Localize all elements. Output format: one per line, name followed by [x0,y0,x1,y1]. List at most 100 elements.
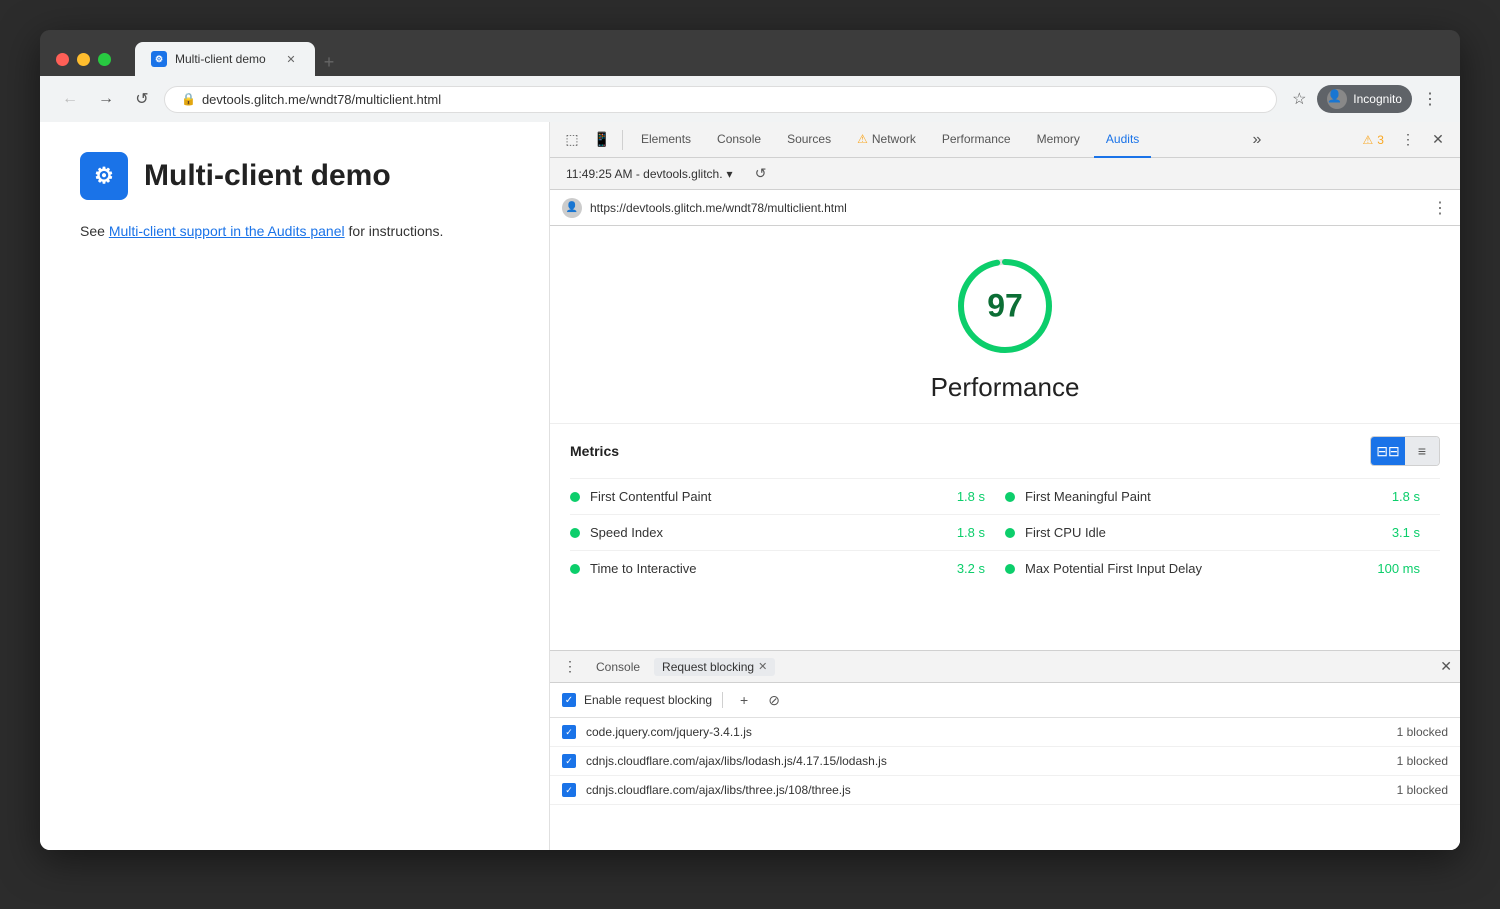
grid-view-button[interactable]: ⊟⊟ [1371,437,1405,465]
metric-time-to-interactive: Time to Interactive 3.2 s [570,561,1005,576]
minimize-window-button[interactable] [77,53,90,66]
description-after: for instructions. [345,223,444,239]
more-tabs-button[interactable]: » [1245,126,1269,154]
tab-title: Multi-client demo [175,52,275,66]
tab-sources[interactable]: Sources [775,122,843,158]
item-count: 1 blocked [1397,754,1448,768]
item-count: 1 blocked [1397,783,1448,797]
devtools-toolbar: ⬚ 📱 Elements Console Sources ⚠ Network P… [550,122,1460,158]
traffic-lights [56,53,111,66]
devtools-subtoolbar: 11:49:25 AM - devtools.glitch. ▾ ↺ [550,158,1460,190]
menu-button[interactable]: ⋮ [1416,85,1444,113]
metric-value: 1.8 s [955,489,1005,504]
request-blocking-tab[interactable]: Request blocking ✕ [654,658,775,676]
metric-value: 3.2 s [955,561,1005,576]
incognito-badge: 👤 Incognito [1317,85,1412,113]
metric-dot [1005,492,1015,502]
network-warning-icon: ⚠ [857,132,868,146]
maximize-window-button[interactable] [98,53,111,66]
metric-name: Max Potential First Input Delay [1025,561,1367,576]
tab-performance[interactable]: Performance [930,122,1023,158]
console-tab[interactable]: Console [586,656,650,678]
block-all-button[interactable]: ⊘ [763,689,785,711]
reload-audits-button[interactable]: ↺ [747,160,775,188]
request-blocking-toolbar: ✓ Enable request blocking + ⊘ [550,683,1460,718]
item-checkbox[interactable]: ✓ [562,783,576,797]
address-input[interactable]: 🔒 devtools.glitch.me/wndt78/multiclient.… [164,86,1277,113]
metric-dot [1005,528,1015,538]
metric-name: First CPU Idle [1025,525,1380,540]
metric-dot [570,492,580,502]
tab-network[interactable]: ⚠ Network [845,122,928,158]
url-row: 👤 https://devtools.glitch.me/wndt78/mult… [550,190,1460,226]
bottom-panel-menu-button[interactable]: ⋮ [558,655,582,679]
item-checkbox[interactable]: ✓ [562,725,576,739]
metric-first-cpu-idle: First CPU Idle 3.1 s [1005,525,1440,540]
metric-name: Speed Index [590,525,945,540]
metric-speed-index: Speed Index 1.8 s [570,525,1005,540]
metric-max-potential-fid: Max Potential First Input Delay 100 ms [1005,561,1440,576]
main-content: ⚙ Multi-client demo See Multi-client sup… [40,122,1460,850]
tab-bar: ⚙ Multi-client demo ✕ + [135,42,1444,76]
session-dropdown-icon: ▾ [727,167,733,181]
metric-value: 3.1 s [1390,525,1440,540]
metric-name: First Meaningful Paint [1025,489,1380,504]
address-text: devtools.glitch.me/wndt78/multiclient.ht… [202,92,441,107]
tab-audits[interactable]: Audits [1094,122,1151,158]
audit-url: https://devtools.glitch.me/wndt78/multic… [590,201,1424,215]
inspect-element-button[interactable]: ⬚ [558,126,586,154]
back-button[interactable]: ← [56,85,84,113]
url-row-more-button[interactable]: ⋮ [1432,198,1448,218]
metrics-row-3: Time to Interactive 3.2 s Max Potential … [570,550,1440,586]
reload-button[interactable]: ↺ [128,85,156,113]
warnings-badge: ⚠ 3 [1363,133,1384,147]
devtools-close-button[interactable]: ✕ [1424,126,1452,154]
item-url: cdnjs.cloudflare.com/ajax/libs/three.js/… [586,783,1387,797]
address-bar: ← → ↺ 🔒 devtools.glitch.me/wndt78/multic… [40,76,1460,122]
metric-dot [1005,564,1015,574]
new-tab-button[interactable]: + [315,48,343,76]
devtools-settings-button[interactable]: ⋮ [1394,126,1422,154]
metric-first-contentful-paint: First Contentful Paint 1.8 s [570,489,1005,504]
page-description: See Multi-client support in the Audits p… [80,220,509,242]
enable-request-blocking-checkbox[interactable]: ✓ [562,693,576,707]
device-toolbar-button[interactable]: 📱 [588,126,616,154]
request-blocking-list: ✓ code.jquery.com/jquery-3.4.1.js 1 bloc… [550,718,1460,850]
item-checkbox[interactable]: ✓ [562,754,576,768]
toolbar-separator [622,130,623,150]
metrics-row-1: First Contentful Paint 1.8 s First Meani… [570,478,1440,514]
close-bottom-panel-button[interactable]: ✕ [1440,658,1452,675]
score-circle: 97 [955,256,1055,356]
metric-value: 1.8 s [1390,489,1440,504]
page-header: ⚙ Multi-client demo [80,152,509,200]
tab-console[interactable]: Console [705,122,773,158]
badge-count: 3 [1377,133,1384,147]
request-blocking-item-2: ✓ cdnjs.cloudflare.com/ajax/libs/lodash.… [550,747,1460,776]
metrics-title: Metrics [570,443,619,459]
metric-first-meaningful-paint: First Meaningful Paint 1.8 s [1005,489,1440,504]
add-pattern-button[interactable]: + [733,689,755,711]
item-url: code.jquery.com/jquery-3.4.1.js [586,725,1387,739]
browser-tab[interactable]: ⚙ Multi-client demo ✕ [135,42,315,76]
list-view-button[interactable]: ≡ [1405,437,1439,465]
item-url: cdnjs.cloudflare.com/ajax/libs/lodash.js… [586,754,1387,768]
audits-content: 97 Performance Metrics ⊟⊟ ≡ [550,226,1460,650]
tab-favicon: ⚙ [151,51,167,67]
audits-panel-link[interactable]: Multi-client support in the Audits panel [109,223,345,239]
request-blocking-close-button[interactable]: ✕ [758,660,767,673]
item-count: 1 blocked [1397,725,1448,739]
tab-elements[interactable]: Elements [629,122,703,158]
browser-window: ⚙ Multi-client demo ✕ + ← → ↺ 🔒 devtools… [40,30,1460,850]
metric-name: First Contentful Paint [590,489,945,504]
toolbar-divider [722,692,723,708]
metric-name: Time to Interactive [590,561,945,576]
request-blocking-item-3: ✓ cdnjs.cloudflare.com/ajax/libs/three.j… [550,776,1460,805]
badge-warning-icon: ⚠ [1363,133,1374,147]
toolbar-right: ☆ 👤 Incognito ⋮ [1285,85,1444,113]
tab-memory[interactable]: Memory [1025,122,1092,158]
close-window-button[interactable] [56,53,69,66]
tab-close-button[interactable]: ✕ [283,51,299,67]
forward-button[interactable]: → [92,85,120,113]
bookmark-button[interactable]: ☆ [1285,85,1313,113]
session-selector[interactable]: 11:49:25 AM - devtools.glitch. ▾ [558,164,741,184]
